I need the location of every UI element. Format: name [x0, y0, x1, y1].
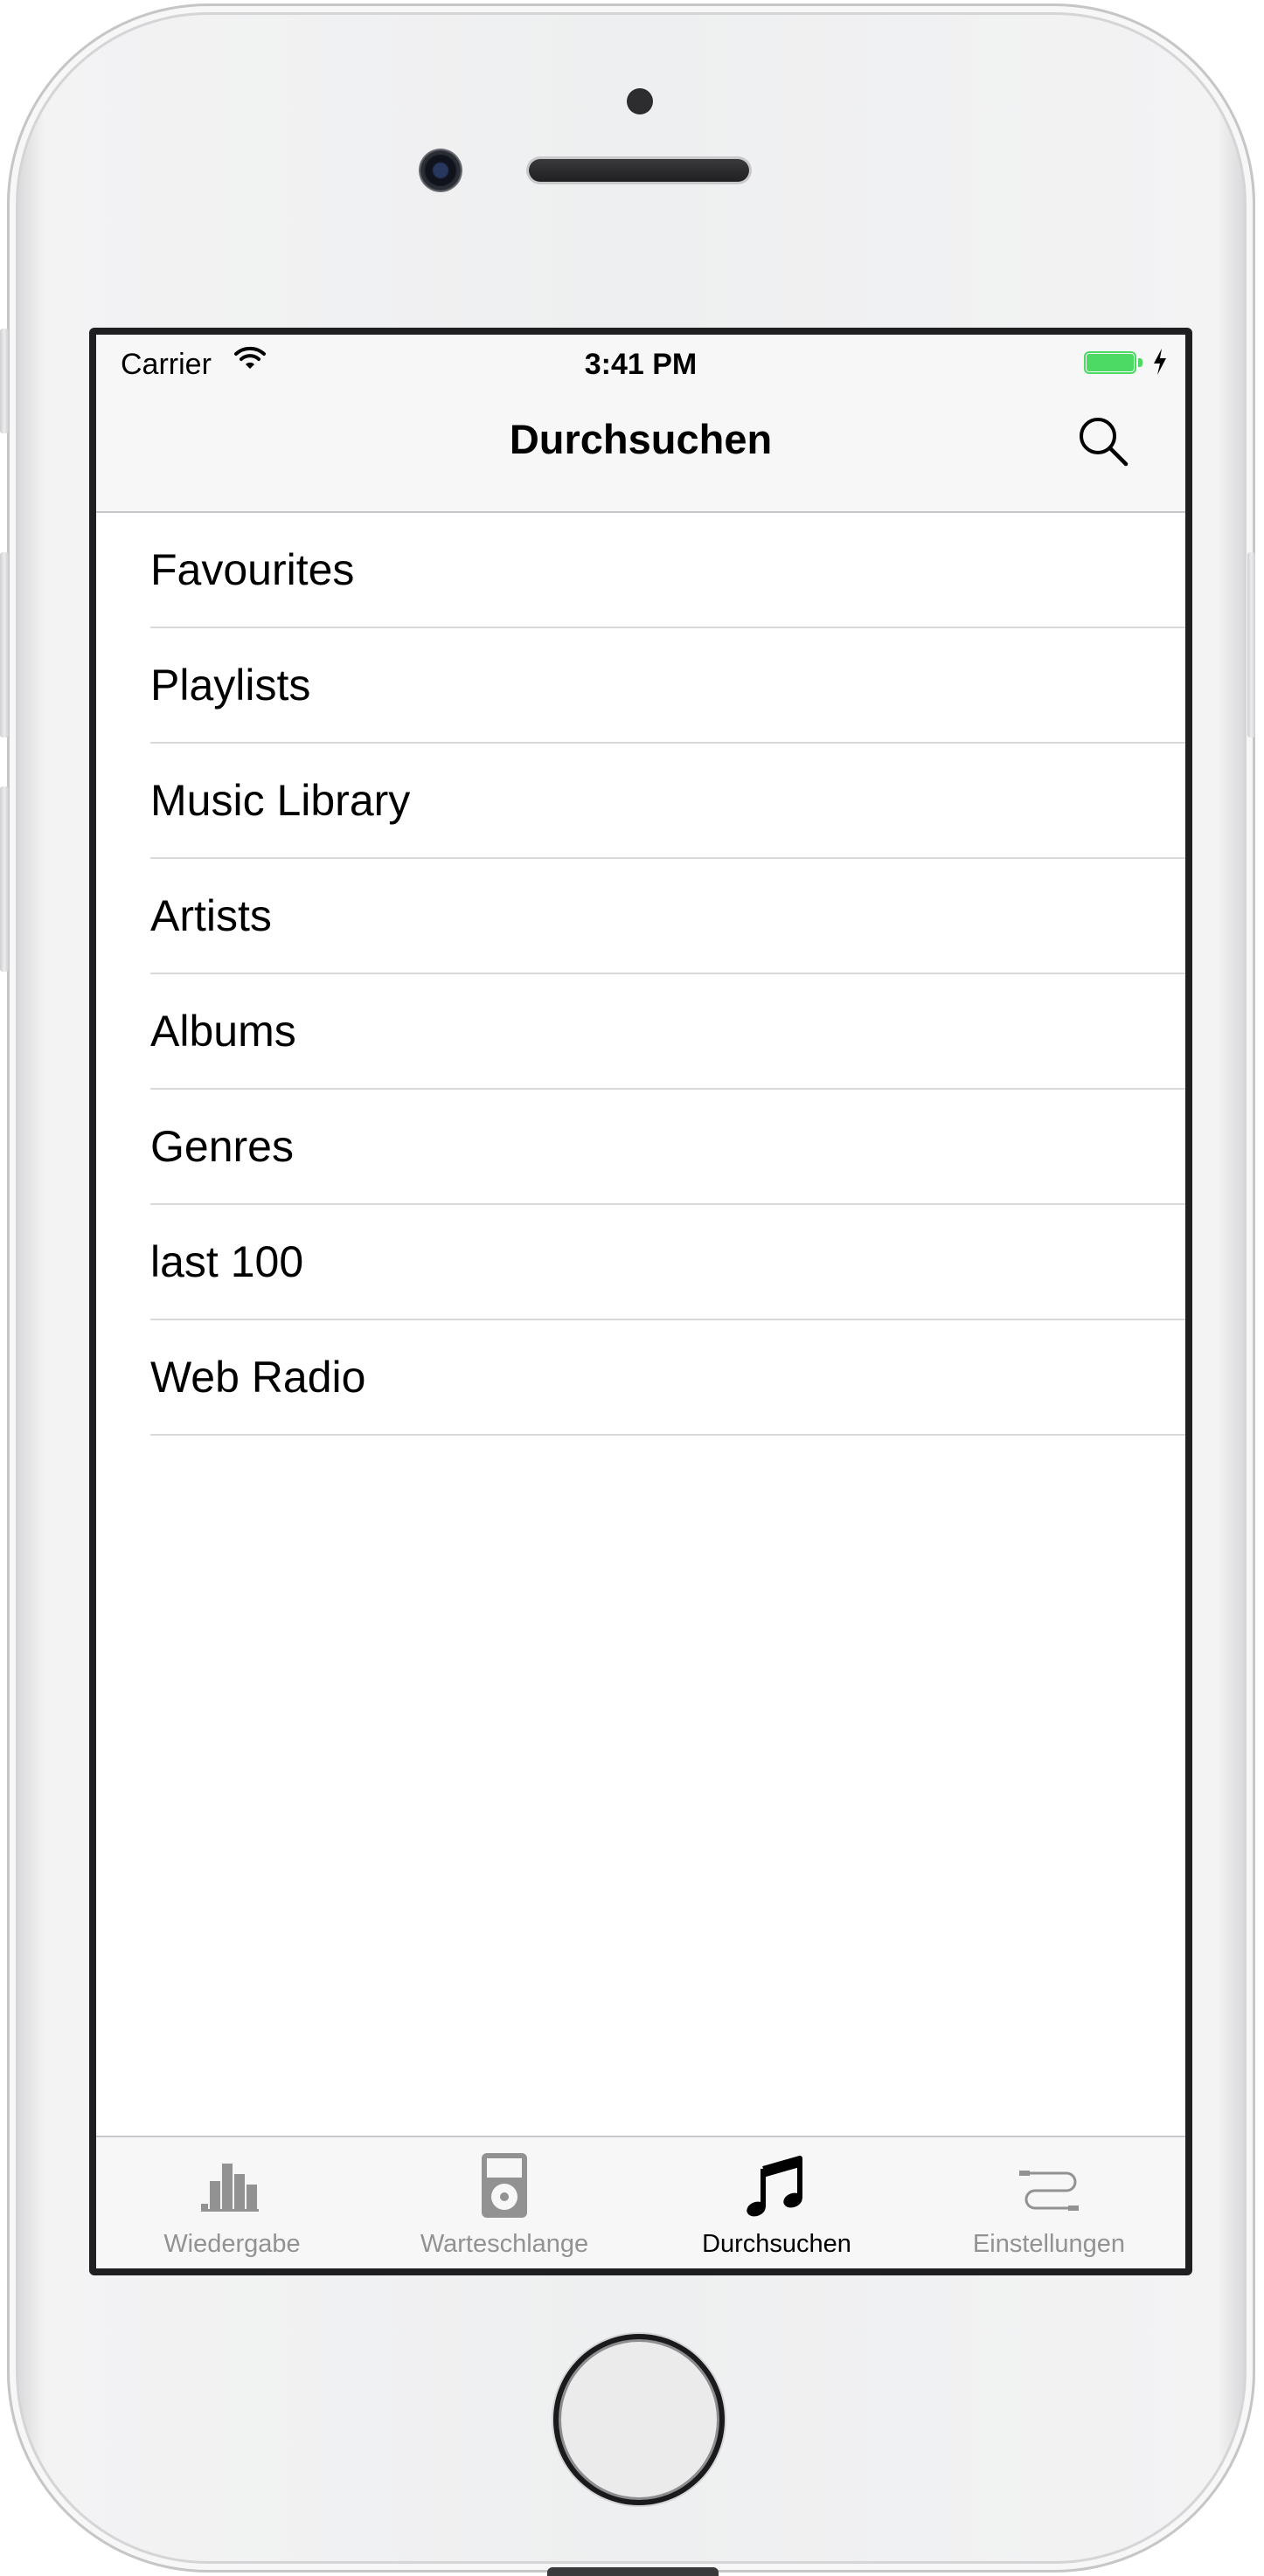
ipod-icon [369, 2151, 641, 2221]
home-button[interactable] [553, 2334, 725, 2505]
tab-durchsuchen[interactable]: Durchsuchen [641, 2137, 913, 2268]
list-item-label: Genres [150, 1122, 294, 1171]
tab-label: Einstellungen [972, 2230, 1126, 2258]
front-camera [419, 149, 462, 192]
top-bar: Carrier 3:41 PM Durchsuchen [96, 335, 1185, 513]
tab-label: Wiedergabe [163, 2230, 301, 2258]
list-item[interactable]: Music Library [150, 744, 1185, 859]
list-item-label: Web Radio [150, 1353, 366, 1402]
tab-einstellungen[interactable]: Einstellungen [913, 2137, 1185, 2268]
screen-bezel: Carrier 3:41 PM Durchsuchen Favourites P… [89, 328, 1192, 2275]
volume-down-button [0, 786, 9, 972]
phone-frame: Carrier 3:41 PM Durchsuchen Favourites P… [0, 3, 1255, 2573]
status-time: 3:41 PM [584, 348, 698, 381]
charging-icon [1152, 347, 1168, 381]
list-item-label: Playlists [150, 661, 311, 710]
tab-label: Durchsuchen [702, 2230, 851, 2258]
volume-up-button [0, 552, 9, 737]
list-item-label: Favourites [150, 545, 355, 594]
tab-warteschlange[interactable]: Warteschlange [369, 2137, 641, 2268]
music-note-icon [641, 2151, 913, 2221]
earpiece-speaker [529, 159, 749, 182]
list-item[interactable]: Albums [150, 974, 1185, 1090]
browse-list: Favourites Playlists Music Library Artists A… [96, 513, 1185, 1436]
cable-icon [913, 2151, 1185, 2221]
search-button[interactable] [1075, 413, 1131, 469]
list-item-label: Albums [150, 1007, 296, 1056]
status-bar: Carrier 3:41 PM [96, 335, 1185, 396]
page-title: Durchsuchen [509, 416, 773, 462]
list-item-label: Artists [150, 891, 272, 940]
list-item[interactable]: Favourites [150, 513, 1185, 628]
tab-bar: Wiedergabe Warteschlange Durchsuchen Ein… [96, 2136, 1185, 2268]
lightning-port [547, 2567, 719, 2576]
mute-switch [0, 329, 9, 433]
list-item-label: Music Library [150, 776, 411, 825]
proximity-sensor [627, 88, 653, 114]
list-item[interactable]: Genres [150, 1090, 1185, 1205]
list-item[interactable]: Playlists [150, 628, 1185, 744]
display: Carrier 3:41 PM Durchsuchen Favourites P… [96, 335, 1185, 2268]
tab-wiedergabe[interactable]: Wiedergabe [96, 2137, 368, 2268]
bar-chart-icon [96, 2151, 368, 2221]
power-button [1247, 552, 1255, 737]
list-item[interactable]: Web Radio [150, 1320, 1185, 1436]
list-item-label: last 100 [150, 1237, 304, 1286]
list-item[interactable]: Artists [150, 859, 1185, 974]
tab-label: Warteschlange [420, 2230, 589, 2258]
battery-icon [1084, 351, 1142, 376]
list-item[interactable]: last 100 [150, 1205, 1185, 1320]
search-icon [1080, 418, 1129, 467]
